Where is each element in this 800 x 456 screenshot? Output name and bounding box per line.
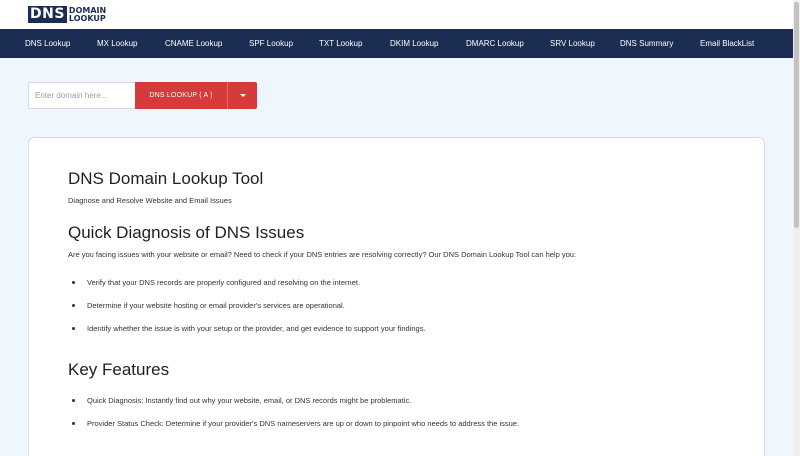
nav-item-srv-lookup[interactable]: SRV Lookup	[550, 29, 595, 58]
chevron-down-icon	[239, 94, 246, 97]
list-item: Verify that your DNS records are properl…	[72, 278, 360, 287]
list-item: Provider Status Check: Determine if your…	[72, 419, 519, 428]
page-subtitle: Diagnose and Resolve Website and Email I…	[68, 196, 232, 205]
lookup-type-dropdown[interactable]	[227, 82, 257, 109]
bullet-icon	[72, 281, 75, 284]
top-header: DNS DOMAIN LOOKUP	[0, 0, 800, 29]
list-item: Quick Diagnosis: Instantly find out why …	[72, 396, 411, 405]
list-item-text: Provider Status Check: Determine if your…	[87, 419, 520, 428]
logo-dns-box: DNS	[28, 6, 67, 23]
page-scrollbar[interactable]	[793, 0, 800, 456]
list-item-text: Quick Diagnosis: Instantly find out why …	[87, 396, 412, 405]
section-intro: Are you facing issues with your website …	[68, 250, 577, 259]
nav-item-cname-lookup[interactable]: CNAME Lookup	[165, 29, 222, 58]
bullet-icon	[72, 422, 75, 425]
main-nav: DNS Lookup MX Lookup CNAME Lookup SPF Lo…	[0, 29, 800, 58]
scrollbar-thumb[interactable]	[794, 2, 799, 228]
logo-line2: LOOKUP	[68, 13, 106, 23]
nav-item-txt-lookup[interactable]: TXT Lookup	[319, 29, 362, 58]
nav-item-dkim-lookup[interactable]: DKIM Lookup	[390, 29, 438, 58]
nav-item-mx-lookup[interactable]: MX Lookup	[97, 29, 137, 58]
section-heading-quick-diagnosis: Quick Diagnosis of DNS Issues	[68, 223, 305, 242]
dns-lookup-button[interactable]: DNS LOOKUP ( A )	[135, 82, 227, 109]
list-item-text: Determine if your website hosting or ema…	[87, 301, 345, 310]
search-bar: DNS LOOKUP ( A )	[28, 82, 257, 109]
site-logo[interactable]: DNS DOMAIN LOOKUP	[28, 6, 106, 23]
nav-item-email-blacklist[interactable]: Email BlackList	[700, 29, 754, 58]
nav-item-dns-summary[interactable]: DNS Summary	[620, 29, 673, 58]
logo-text: DOMAIN LOOKUP	[68, 6, 106, 23]
content-card: DNS Domain Lookup Tool Diagnose and Reso…	[28, 137, 765, 456]
domain-input[interactable]	[28, 82, 135, 109]
bullet-icon	[72, 304, 75, 307]
list-item: Identify whether the issue is with your …	[72, 324, 426, 333]
list-item-text: Verify that your DNS records are properl…	[87, 278, 361, 287]
list-item: Determine if your website hosting or ema…	[72, 301, 345, 310]
nav-item-dmarc-lookup[interactable]: DMARC Lookup	[466, 29, 524, 58]
nav-item-spf-lookup[interactable]: SPF Lookup	[249, 29, 293, 58]
bullet-icon	[72, 399, 75, 402]
bullet-icon	[72, 327, 75, 330]
page-title: DNS Domain Lookup Tool	[68, 169, 264, 188]
section-heading-key-features: Key Features	[68, 360, 170, 379]
nav-item-dns-lookup[interactable]: DNS Lookup	[25, 29, 70, 58]
list-item-text: Identify whether the issue is with your …	[87, 324, 426, 333]
